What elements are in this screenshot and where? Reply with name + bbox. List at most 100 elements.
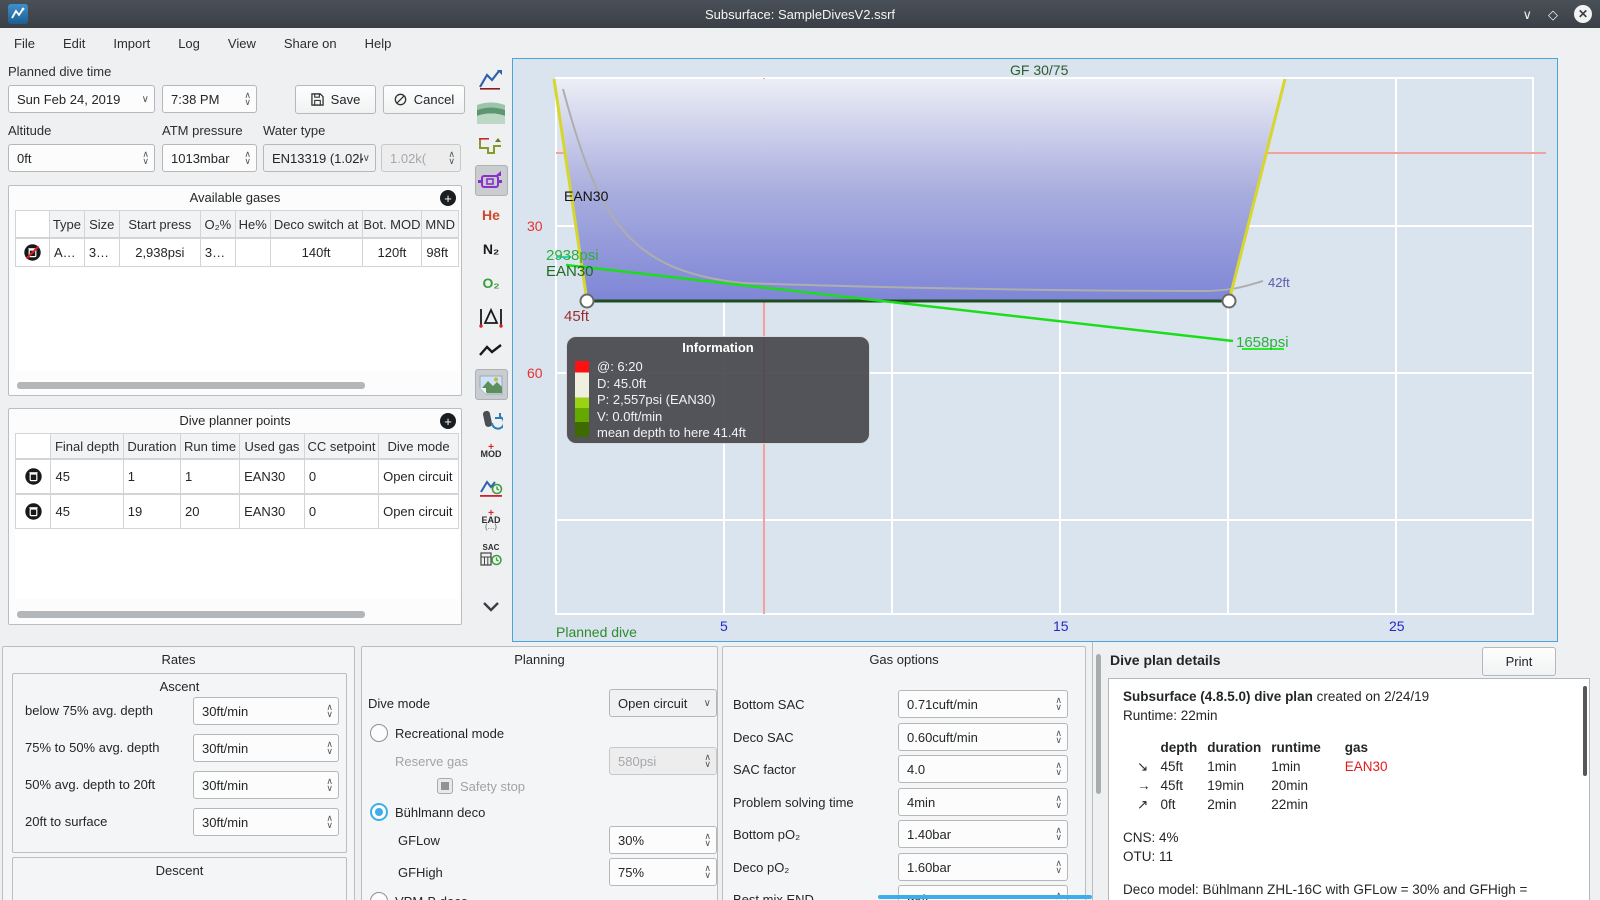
toolbar-scroll-down-button[interactable] xyxy=(475,591,508,622)
gfhigh-field[interactable]: 75% ∧ ∨ xyxy=(609,858,717,886)
dive-planner-button[interactable] xyxy=(475,63,508,94)
cancel-button[interactable]: Cancel xyxy=(383,85,465,114)
he-graph-toggle-button[interactable]: He xyxy=(475,199,508,230)
spin-arrows-icon: ∧∨ xyxy=(1055,760,1062,777)
ascent-rate-field[interactable]: 30ft/min ∧ ∨ xyxy=(193,734,339,762)
waves-toggle-button[interactable] xyxy=(475,97,508,128)
col-used-gas[interactable]: Used gas xyxy=(240,433,305,459)
col-mnd[interactable]: MND xyxy=(422,210,460,238)
dc-ceiling-toggle-button[interactable] xyxy=(475,471,508,502)
tank-icon xyxy=(482,410,503,430)
buhlmann-deco-label: Bühlmann deco xyxy=(395,805,486,820)
buhlmann-deco-radio[interactable] xyxy=(370,803,388,821)
col-duration[interactable]: Duration xyxy=(123,433,181,459)
recreational-mode-radio[interactable] xyxy=(370,724,388,742)
sac-toggle-button[interactable]: SAC xyxy=(475,539,508,570)
bottom-horizontal-scrollbar[interactable] xyxy=(878,895,1092,899)
ceiling-delta-toggle-button[interactable] xyxy=(475,301,508,332)
menu-file[interactable]: File xyxy=(14,36,35,51)
menu-import[interactable]: Import xyxy=(113,36,150,51)
menu-view[interactable]: View xyxy=(228,36,256,51)
deco-sac-field[interactable]: 0.60cuft/min ∧ ∨ xyxy=(898,723,1068,751)
titlebar[interactable]: Subsurface: SampleDivesV2.ssrf ∨ ◇ ✕ xyxy=(0,0,1600,28)
ead-toggle-button[interactable]: + EAD (…) xyxy=(475,505,508,536)
plan-text-scrollbar[interactable] xyxy=(1583,686,1587,776)
col-deco-switch[interactable]: Deco switch at xyxy=(270,210,363,238)
ascent-title: Ascent xyxy=(159,679,200,694)
n2-graph-toggle-button[interactable]: N₂ xyxy=(475,233,508,264)
add-point-button[interactable]: + xyxy=(440,413,456,429)
photos-toggle-button[interactable] xyxy=(474,369,508,400)
add-gas-button[interactable]: + xyxy=(440,190,456,206)
problem-solving-time-field[interactable]: 4min ∧ ∨ xyxy=(898,788,1068,816)
planner-point-row[interactable]: 45 19 20 EAN30 0 Open circuit xyxy=(15,494,459,529)
dive-mode-select[interactable]: Open circuit ∨ xyxy=(609,689,717,717)
delete-point-icon[interactable] xyxy=(24,502,43,521)
water-density-field: 1.02k(∧ ∨ xyxy=(381,144,461,172)
gas-options-panel: Gas options Bottom SAC 0.71cuft/min ∧ ∨ De… xyxy=(722,646,1086,900)
close-icon[interactable]: ✕ xyxy=(1574,5,1592,23)
menu-share-on[interactable]: Share on xyxy=(284,36,337,51)
mod-toggle-button[interactable]: + MOD xyxy=(475,437,508,468)
dive-date-select[interactable]: Sun Feb 24, 2019 ∨ xyxy=(8,85,155,113)
tissue-heatmap-toggle-button[interactable] xyxy=(474,165,508,196)
col-final-depth[interactable]: Final depth xyxy=(51,433,124,459)
gas-row[interactable]: A… 3… 2,938psi 3… 140ft 120ft 98ft xyxy=(15,238,460,267)
minimize-icon[interactable]: ∨ xyxy=(1522,8,1532,21)
sac-factor-field[interactable]: 4.0 ∧ ∨ xyxy=(898,755,1068,783)
print-button[interactable]: Print xyxy=(1482,647,1556,676)
deco-po2-field[interactable]: 1.60bar ∧ ∨ xyxy=(898,853,1068,881)
atm-pressure-field[interactable]: 1013mbar ∧ ∨ xyxy=(162,144,257,172)
planner-point-row[interactable]: 45 1 1 EAN30 0 Open circuit xyxy=(15,459,459,494)
planning-panel: Planning Dive mode Open circuit ∨ Recreat… xyxy=(361,646,718,900)
ascent-rate-field[interactable]: 30ft/min ∧ ∨ xyxy=(193,697,339,725)
vpmb-deco-radio[interactable] xyxy=(370,892,388,900)
col-cc-setpoint[interactable]: CC setpoint xyxy=(304,433,380,459)
bottom-po2-field[interactable]: 1.40bar ∧ ∨ xyxy=(898,820,1068,848)
menu-edit[interactable]: Edit xyxy=(63,36,85,51)
col-type[interactable]: Type xyxy=(49,210,85,238)
photo-icon xyxy=(479,375,503,394)
gas-change-button[interactable] xyxy=(475,403,508,434)
altitude-field[interactable]: 0ft ∧ ∨ xyxy=(8,144,155,172)
delete-point-icon[interactable] xyxy=(24,467,43,486)
spin-arrows-icon: ∧∨ xyxy=(326,813,333,830)
col-o2[interactable]: O₂% xyxy=(200,210,236,238)
waypoint-handle[interactable] xyxy=(579,293,595,309)
details-vertical-scrollbar[interactable] xyxy=(1096,654,1101,794)
col-start-press[interactable]: Start press xyxy=(119,210,201,238)
gfhigh-label: GFHigh xyxy=(398,865,443,880)
points-horizontal-scrollbar[interactable] xyxy=(17,611,365,618)
depth-tick-60: 60 xyxy=(527,365,543,381)
maximize-icon[interactable]: ◇ xyxy=(1548,8,1558,21)
col-dive-mode[interactable]: Dive mode xyxy=(379,433,459,459)
heartrate-toggle-button[interactable] xyxy=(475,335,508,366)
col-run-time[interactable]: Run time xyxy=(181,433,241,459)
safety-stop-checkbox[interactable] xyxy=(437,778,453,794)
bottom-sac-field[interactable]: 0.71cuft/min ∧ ∨ xyxy=(898,690,1068,718)
ceiling-toggle-button[interactable] xyxy=(475,131,508,162)
gases-horizontal-scrollbar[interactable] xyxy=(17,382,365,389)
information-tooltip[interactable]: Information @: 6:20 D: 45.0ft P: 2,557ps… xyxy=(566,336,870,444)
dive-time-stepper[interactable]: 7:38 PM ∧ ∨ xyxy=(162,85,257,113)
dive-profile-chart[interactable]: GF 30/75 30 60 5 15 25 EAN30 2938psi EAN… xyxy=(512,58,1558,642)
save-button[interactable]: Save xyxy=(295,85,376,114)
ascent-rate-field[interactable]: 30ft/min ∧ ∨ xyxy=(193,808,339,836)
col-bot-mod[interactable]: Bot. MOD xyxy=(362,210,423,238)
water-type-select[interactable]: EN13319 (1.02k ∨ xyxy=(263,144,376,172)
menu-log[interactable]: Log xyxy=(178,36,200,51)
planned-dive-time-label: Planned dive time xyxy=(8,64,112,79)
tooltip-title: Information xyxy=(682,340,754,355)
ascent-rate-field[interactable]: 30ft/min ∧ ∨ xyxy=(193,771,339,799)
delete-gas-disabled-icon[interactable] xyxy=(23,243,42,262)
col-size[interactable]: Size xyxy=(84,210,120,238)
o2-graph-toggle-button[interactable]: O₂ xyxy=(475,267,508,298)
dive-planner-points-title: Dive planner points xyxy=(179,413,291,428)
col-he[interactable]: He% xyxy=(235,210,271,238)
menu-help[interactable]: Help xyxy=(365,36,392,51)
waypoint-handle[interactable] xyxy=(1221,293,1237,309)
waves-icon xyxy=(477,102,505,124)
dive-plan-text: Subsurface (4.8.5.0) dive plan created o… xyxy=(1108,678,1590,900)
plan-otu: OTU: 11 xyxy=(1123,849,1174,864)
gflow-field[interactable]: 30% ∧ ∨ xyxy=(609,826,717,854)
